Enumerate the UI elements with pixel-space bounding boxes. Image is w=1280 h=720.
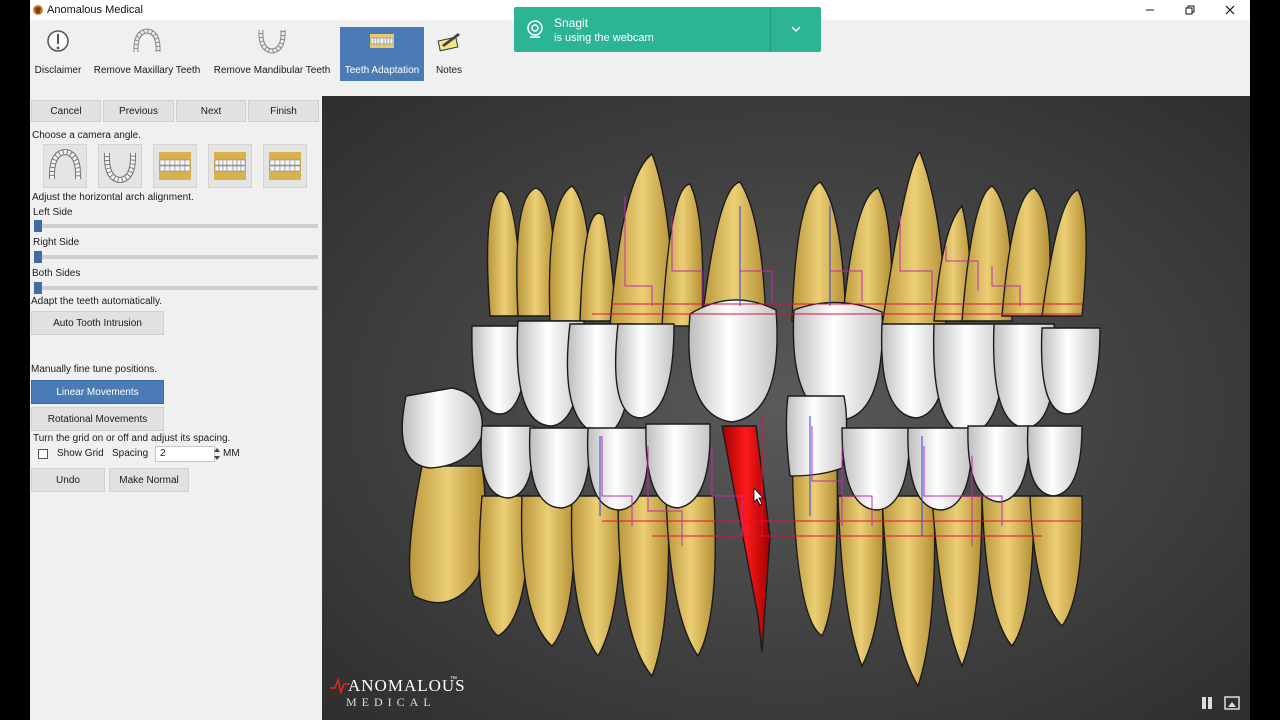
left-view-teeth-icon [159,152,191,180]
spacing-unit: MM [223,448,240,459]
right-side-slider[interactable] [34,255,318,259]
right-view-teeth-icon [269,152,301,180]
mandibular-arch-icon [252,27,292,55]
camera-left-view-button[interactable] [153,144,197,188]
previous-button[interactable]: Previous [103,100,174,122]
right-side-label: Right Side [33,237,80,248]
picture-in-picture-icon[interactable] [1224,696,1240,710]
auto-adapt-prompt: Adapt the teeth automatically. [31,296,163,307]
chevron-down-icon[interactable] [790,23,802,35]
right-side-slider-thumb[interactable] [34,251,42,263]
logo-sub-text: MEDICAL [346,695,436,709]
notification-divider [770,7,771,52]
left-side-slider-thumb[interactable] [34,220,42,232]
notification-message: is using the webcam [554,32,654,44]
next-button[interactable]: Next [176,100,246,122]
tool-remove-mandibular[interactable]: Remove Mandibular Teeth [214,27,330,81]
disclaimer-icon [38,27,78,55]
tool-teeth-adaptation[interactable]: Teeth Adaptation [340,27,424,81]
arch-alignment-prompt: Adjust the horizontal arch alignment. [32,192,194,203]
undo-button[interactable]: Undo [31,468,105,492]
linear-movements-button[interactable]: Linear Movements [31,380,164,404]
webcam-icon [527,20,543,38]
close-button[interactable] [1210,0,1250,20]
minimize-button[interactable] [1130,0,1170,20]
tool-remove-maxillary[interactable]: Remove Maxillary Teeth [94,27,200,81]
heartbeat-icon [330,678,350,694]
webcam-notification[interactable]: Snagit is using the webcam [514,7,821,52]
make-normal-button[interactable]: Make Normal [109,468,189,492]
logo-trademark: ™ [450,676,457,683]
notification-app: Snagit [554,16,589,30]
restore-icon [1185,5,1195,15]
spacing-label: Spacing [112,448,149,459]
both-sides-label: Both Sides [32,268,81,279]
both-sides-slider[interactable] [34,286,318,290]
tool-remove-maxillary-label: Remove Maxillary Teeth [93,65,201,76]
pause-icon[interactable] [1199,696,1215,710]
manual-tune-prompt: Manually fine tune positions. [31,364,158,375]
close-icon [1225,5,1235,15]
tool-notes[interactable]: Notes [430,27,468,81]
spinner-arrows-icon[interactable] [214,447,220,461]
3d-viewport[interactable]: ANOMALOUS ™ MEDICAL [322,96,1250,720]
tool-disclaimer[interactable]: Disclaimer [34,27,82,81]
dentition-3d-model[interactable] [322,96,1250,720]
grid-prompt: Turn the grid on or off and adjust its s… [33,433,231,444]
both-sides-slider-thumb[interactable] [34,282,42,294]
cancel-button[interactable]: Cancel [31,100,101,122]
finish-button[interactable]: Finish [248,100,319,122]
spacing-input[interactable]: 2 [155,446,215,462]
left-side-label: Left Side [33,207,73,218]
show-grid-checkbox[interactable] [38,449,48,459]
auto-tooth-intrusion-button[interactable]: Auto Tooth Intrusion [31,311,164,335]
camera-right-view-button[interactable] [263,144,307,188]
window-title: Anomalous Medical [47,4,143,16]
app-logo-icon [33,5,43,15]
restore-button[interactable] [1170,0,1210,20]
camera-mandibular-view-button[interactable] [98,144,142,188]
teeth-adaptation-panel: Cancel Previous Next Finish Choose a cam… [30,96,322,720]
tool-notes-label: Notes [435,65,463,76]
logo-brand-text: ANOMALOUS [348,676,466,695]
maxillary-view-icon [48,149,82,180]
front-view-teeth-icon [214,152,246,180]
app-window: Anomalous Medical Disclaimer Remove Maxi… [30,0,1250,720]
notes-pencil-icon [429,27,469,55]
anomalous-medical-logo: ANOMALOUS ™ MEDICAL [330,676,465,712]
camera-maxillary-view-button[interactable] [43,144,87,188]
camera-angle-prompt: Choose a camera angle. [32,130,141,141]
mandibular-view-icon [103,152,137,183]
minimize-icon [1146,9,1154,11]
tool-teeth-adaptation-label: Teeth Adaptation [344,65,420,76]
tool-remove-mandibular-label: Remove Mandibular Teeth [213,65,331,76]
teeth-front-icon [362,27,402,55]
show-grid-label: Show Grid [57,448,104,459]
maxillary-arch-icon [127,27,167,55]
left-side-slider[interactable] [34,224,318,228]
tool-disclaimer-label: Disclaimer [34,65,82,76]
rotational-movements-button[interactable]: Rotational Movements [31,407,164,431]
camera-front-view-button[interactable] [208,144,252,188]
